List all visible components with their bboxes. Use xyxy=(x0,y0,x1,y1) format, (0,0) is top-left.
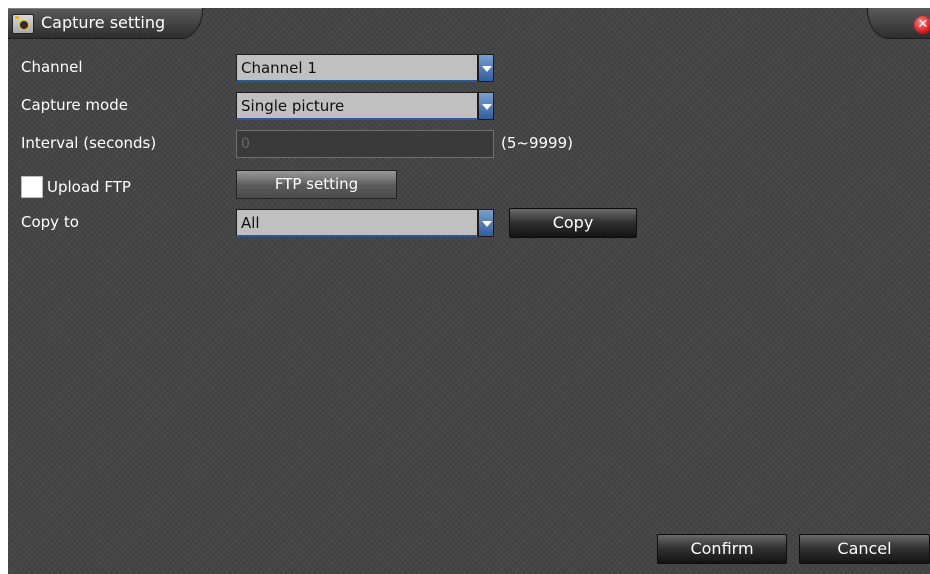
interval-input: 0 xyxy=(236,130,494,158)
chevron-down-icon[interactable] xyxy=(478,209,494,237)
window-title: Capture setting xyxy=(41,13,166,32)
upload-ftp-checkbox[interactable] xyxy=(21,176,43,198)
capture-mode-dropdown[interactable]: Single picture xyxy=(236,92,494,120)
copy-to-dropdown[interactable]: All xyxy=(236,209,494,237)
interval-range: (5~9999) xyxy=(501,134,573,152)
capture-mode-label: Capture mode xyxy=(21,96,128,114)
capture-mode-value[interactable]: Single picture xyxy=(236,92,478,120)
channel-value[interactable]: Channel 1 xyxy=(236,54,478,82)
chevron-down-icon[interactable] xyxy=(478,54,494,82)
title-tab: Capture setting xyxy=(8,8,203,39)
copy-to-value[interactable]: All xyxy=(236,209,478,237)
copy-button[interactable]: Copy xyxy=(509,208,637,238)
confirm-button[interactable]: Confirm xyxy=(657,534,787,564)
channel-dropdown[interactable]: Channel 1 xyxy=(236,54,494,82)
channel-label: Channel xyxy=(21,58,83,76)
close-tab: ✕ xyxy=(867,8,930,39)
interval-label: Interval (seconds) xyxy=(21,134,157,152)
capture-setting-window: Capture setting ✕ Channel Channel 1 Capt… xyxy=(8,8,930,574)
chevron-down-icon[interactable] xyxy=(478,92,494,120)
upload-ftp-label: Upload FTP xyxy=(47,178,131,196)
close-icon[interactable]: ✕ xyxy=(914,16,930,34)
camera-icon xyxy=(12,14,34,34)
ftp-setting-button[interactable]: FTP setting xyxy=(236,170,397,199)
title-bar: Capture setting ✕ xyxy=(8,8,930,40)
copy-to-label: Copy to xyxy=(21,213,79,231)
cancel-button[interactable]: Cancel xyxy=(799,534,930,564)
